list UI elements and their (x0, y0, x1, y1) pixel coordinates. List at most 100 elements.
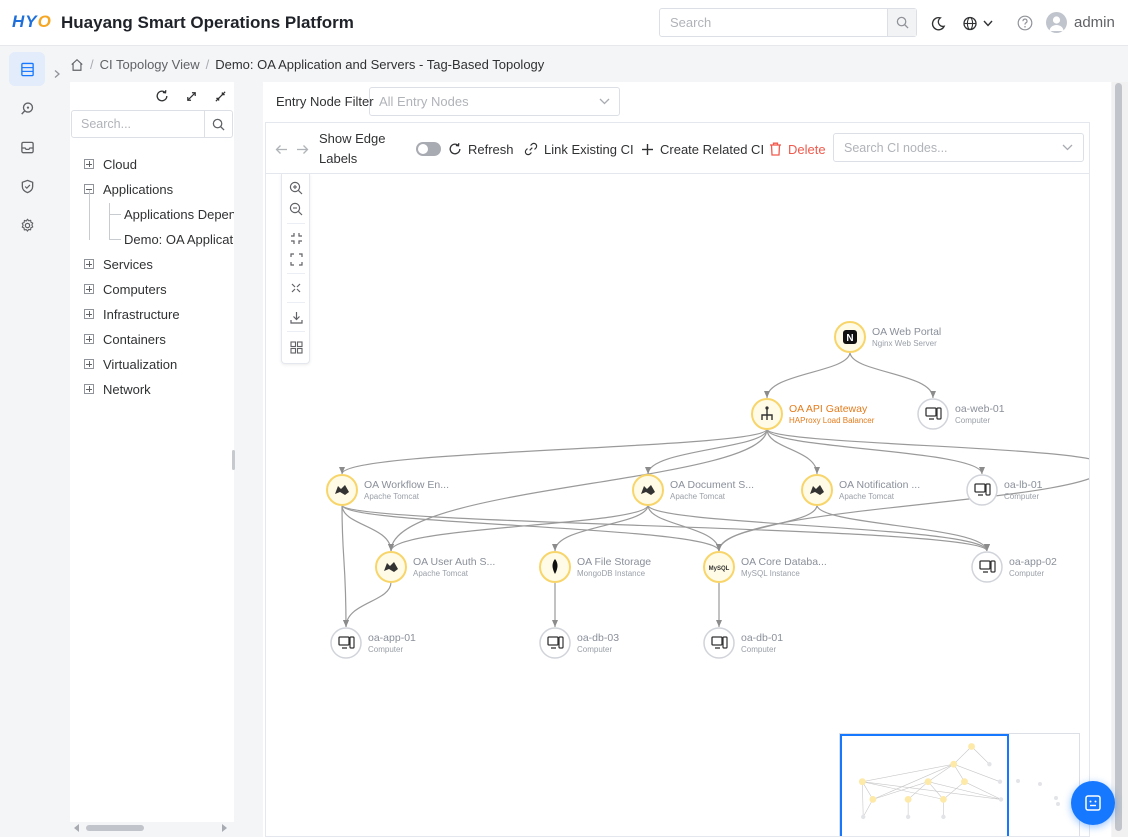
entry-node-filter-select[interactable]: All Entry Nodes (369, 87, 620, 116)
download-icon[interactable] (288, 309, 304, 325)
create-related-ci-button[interactable]: Create Related CI (641, 123, 764, 175)
tree-guide-line (109, 203, 110, 239)
search-button[interactable] (887, 9, 916, 36)
topology-edge[interactable] (339, 428, 768, 475)
node-circle[interactable] (971, 551, 1003, 583)
help-icon[interactable] (1016, 14, 1034, 32)
undo-arrow-icon[interactable] (275, 144, 288, 155)
mysql-icon: MySQL (709, 566, 730, 572)
sidebar-expand-toggle[interactable] (50, 63, 64, 85)
tree-node-applications-dependency[interactable]: Applications Dependency (124, 203, 234, 225)
refresh-tree-icon[interactable] (154, 88, 170, 104)
topology-edge[interactable] (849, 351, 936, 399)
expand-plus-icon[interactable] (84, 334, 94, 344)
delete-button[interactable]: Delete (769, 123, 826, 175)
topology-node[interactable]: MySQL OA Core Databa...MySQL Instance (703, 551, 827, 583)
graph-minimap[interactable] (839, 733, 1080, 836)
expand-plus-icon[interactable] (84, 359, 94, 369)
tree-node-infrastructure[interactable]: Infrastructure (84, 303, 180, 325)
dark-mode-moon-icon[interactable] (929, 14, 947, 32)
minimap-node (1056, 802, 1060, 806)
node-circle[interactable] (703, 627, 735, 659)
topology-edge[interactable] (764, 351, 851, 399)
user-menu[interactable]: admin (1046, 12, 1115, 33)
tree-node-applications[interactable]: Applications (84, 178, 173, 200)
fullscreen-icon[interactable] (288, 251, 304, 267)
database-list-icon (20, 62, 34, 76)
topology-node[interactable]: OA Document S...Apache Tomcat (632, 474, 754, 506)
topology-node[interactable]: oa-db-01Computer (703, 627, 783, 659)
tree-node-network[interactable]: Network (84, 378, 151, 400)
global-search-input[interactable] (660, 9, 888, 36)
nav-security[interactable] (9, 169, 45, 203)
minimap-viewport[interactable] (840, 734, 1009, 836)
tree-node-containers[interactable]: Containers (84, 328, 166, 350)
tree-node-cloud[interactable]: Cloud (84, 153, 137, 175)
topology-edge[interactable] (766, 428, 985, 475)
home-icon[interactable] (70, 58, 84, 72)
nav-settings[interactable] (9, 208, 45, 242)
expand-plus-icon[interactable] (84, 384, 94, 394)
zoom-in-icon[interactable] (288, 180, 304, 196)
node-name: oa-app-02 (1009, 556, 1057, 568)
topology-node[interactable]: OA API GatewayHAProxy Load Balancer (751, 398, 875, 430)
node-circle[interactable] (330, 627, 362, 659)
topology-node[interactable]: OA Workflow En...Apache Tomcat (326, 474, 449, 506)
node-type: Computer (955, 416, 990, 425)
zoom-out-icon[interactable] (288, 201, 304, 217)
scrollbar-thumb[interactable] (1115, 83, 1122, 831)
redo-arrow-icon[interactable] (296, 144, 309, 155)
topology-edge[interactable] (552, 504, 649, 552)
topology-node[interactable]: OA Notification ...Apache Tomcat (801, 474, 920, 506)
topology-node[interactable]: OA File StorageMongoDB Instance (539, 551, 651, 583)
collapse-all-icon[interactable] (212, 88, 228, 104)
topology-node[interactable]: N OA Web PortalNginx Web Server (834, 321, 941, 353)
page-vertical-scrollbar[interactable] (1112, 82, 1128, 837)
tree-horizontal-scrollbar[interactable] (70, 822, 234, 834)
language-globe-icon[interactable] (962, 14, 998, 32)
tree-node-virtualization[interactable]: Virtualization (84, 353, 177, 375)
nav-discovery[interactable] (9, 91, 45, 125)
fit-view-icon[interactable] (288, 230, 304, 246)
auto-layout-icon[interactable] (288, 280, 304, 296)
refresh-button[interactable]: Refresh (448, 123, 514, 175)
node-circle[interactable] (917, 398, 949, 430)
topology-edge[interactable] (766, 428, 1090, 466)
nav-cmdb[interactable] (9, 52, 45, 86)
tree-node-demo-oa[interactable]: Demo: OA Application and Servers (124, 228, 234, 250)
scrollbar-thumb[interactable] (86, 825, 144, 831)
topology-node[interactable]: oa-lb-01Computer (966, 474, 1043, 506)
topology-node[interactable]: oa-web-01Computer (917, 398, 1005, 430)
topology-edge[interactable] (388, 504, 649, 552)
topology-node[interactable]: oa-db-03Computer (539, 627, 619, 659)
expand-all-icon[interactable] (183, 88, 199, 104)
expand-plus-icon[interactable] (84, 159, 94, 169)
minimap-node (1016, 779, 1020, 783)
topology-node[interactable]: oa-app-02Computer (971, 551, 1057, 583)
tree-search-button[interactable] (204, 111, 232, 137)
topology-edge[interactable] (343, 581, 392, 628)
tree-node-computers[interactable]: Computers (84, 278, 167, 300)
minimap-toggle-icon[interactable] (288, 339, 304, 355)
panel-resize-handle[interactable] (232, 450, 235, 470)
assistant-chat-button[interactable] (1071, 781, 1115, 825)
tree-node-services[interactable]: Services (84, 253, 153, 275)
edge-labels-toggle[interactable] (416, 123, 441, 175)
nav-inbox[interactable] (9, 130, 45, 164)
topology-canvas[interactable]: N OA Web Portal Nginx Web Server OA API Gat… (265, 173, 1090, 837)
node-circle[interactable] (966, 474, 998, 506)
node-circle[interactable] (539, 627, 571, 659)
topology-edge[interactable] (341, 504, 349, 628)
expand-plus-icon[interactable] (84, 284, 94, 294)
expand-plus-icon[interactable] (84, 259, 94, 269)
topology-edge[interactable] (716, 504, 818, 552)
toggle-switch[interactable] (416, 142, 441, 156)
topology-node[interactable]: oa-app-01Computer (330, 627, 416, 659)
expand-plus-icon[interactable] (84, 309, 94, 319)
link-existing-ci-button[interactable]: Link Existing CI (524, 123, 634, 175)
tree-search-input[interactable] (72, 111, 202, 137)
ci-node-search-select[interactable]: Search CI nodes... (833, 133, 1084, 162)
topology-node[interactable]: OA User Auth S...Apache Tomcat (375, 551, 495, 583)
brand-logo[interactable]: HYO (12, 12, 52, 32)
breadcrumb-ci-topology[interactable]: CI Topology View (100, 57, 200, 72)
